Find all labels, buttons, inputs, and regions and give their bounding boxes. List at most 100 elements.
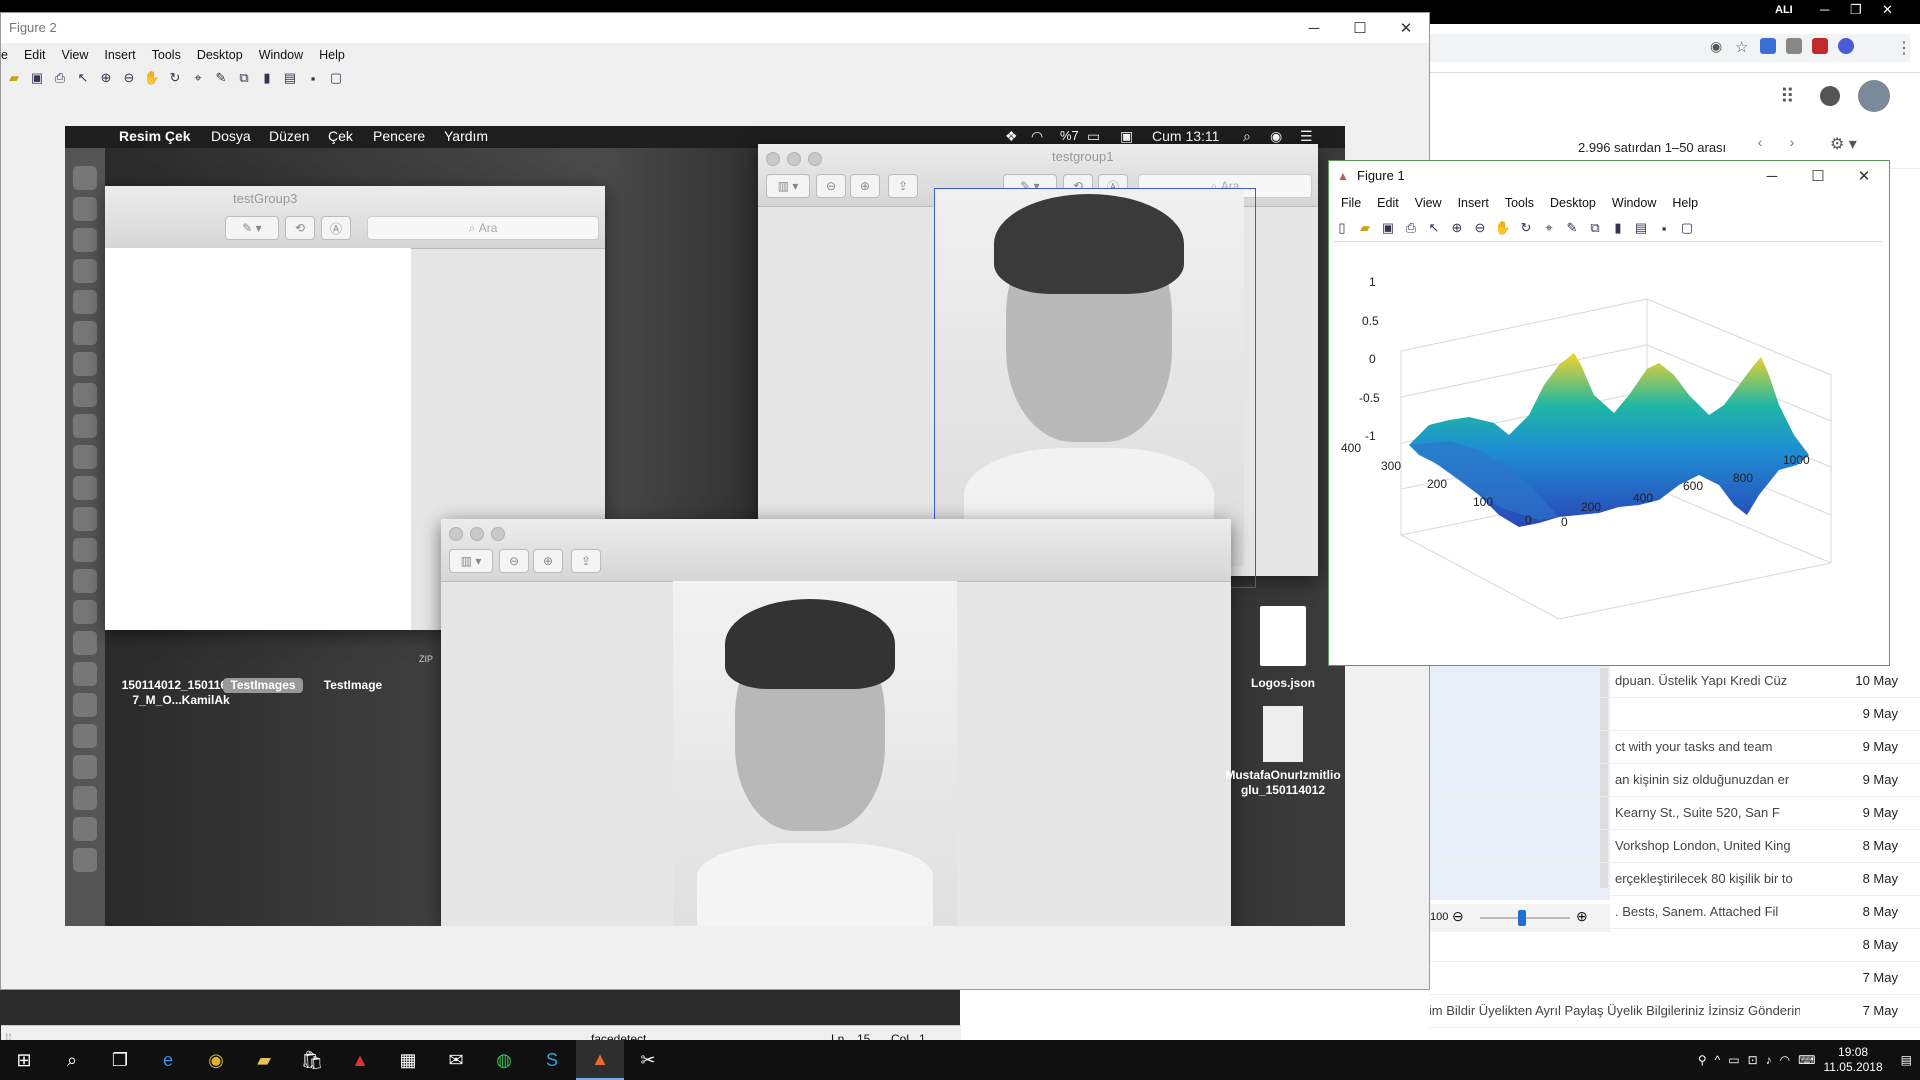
extension-icon[interactable]: [1786, 38, 1802, 54]
notification-center-icon[interactable]: ☰: [1300, 128, 1313, 145]
file-icon-json[interactable]: [1260, 606, 1306, 666]
people-icon[interactable]: ⚲: [1698, 1053, 1707, 1067]
save-icon[interactable]: ▣: [1379, 219, 1397, 237]
translate-ext-icon[interactable]: [1760, 38, 1776, 54]
dock-app-icon[interactable]: [73, 538, 97, 562]
dock-app-icon[interactable]: [73, 662, 97, 686]
hide-plot-tools-icon[interactable]: ▪: [304, 69, 322, 87]
action-center-icon[interactable]: ▤: [1901, 1053, 1912, 1067]
edge-icon[interactable]: e: [144, 1040, 192, 1080]
menu-help[interactable]: Help: [1664, 193, 1706, 213]
settings-gear-icon[interactable]: ⚙ ▾: [1830, 134, 1857, 154]
menu-pencere[interactable]: Pencere: [373, 128, 425, 144]
dock-app-icon[interactable]: [73, 848, 97, 872]
dock-app-icon[interactable]: [73, 290, 97, 314]
pointer-icon[interactable]: ↖: [1425, 219, 1443, 237]
pointer-icon[interactable]: ↖: [74, 69, 92, 87]
hide-plot-tools-icon[interactable]: ▪: [1655, 219, 1673, 237]
menu-cek[interactable]: Çek: [328, 128, 353, 144]
mail-row[interactable]: Vorkshop London, United King 8 May: [1430, 829, 1920, 863]
prev-page-icon[interactable]: ‹: [1748, 134, 1772, 158]
pan-hand-icon[interactable]: ✋: [1494, 219, 1512, 237]
dock-app-icon[interactable]: [73, 786, 97, 810]
search-icon[interactable]: ⌕: [48, 1040, 96, 1080]
dock-app-icon[interactable]: [73, 693, 97, 717]
mail-row[interactable]: an kişinin siz olduğunuzdan er 9 May: [1430, 763, 1920, 797]
link-plot-icon[interactable]: ⧉: [235, 69, 253, 87]
open-icon[interactable]: ▰: [5, 69, 23, 87]
mail-icon[interactable]: ✉: [432, 1040, 480, 1080]
store-icon[interactable]: 🛍: [288, 1040, 336, 1080]
dock-app-icon[interactable]: [73, 228, 97, 252]
eye-icon[interactable]: ◉: [1710, 38, 1726, 54]
maximize-icon[interactable]: ☐: [1795, 161, 1841, 191]
print-icon[interactable]: ⎙: [1402, 219, 1420, 237]
dock-app-icon[interactable]: [73, 166, 97, 190]
app-menu[interactable]: Resim Çek: [119, 128, 191, 144]
dock-app-icon[interactable]: [73, 817, 97, 841]
zoom-in-button[interactable]: ⊕: [533, 549, 563, 573]
desktop-label-testimage[interactable]: TestImage: [313, 678, 393, 693]
acrobat-icon[interactable]: ▲: [336, 1040, 384, 1080]
maximize-icon[interactable]: ☐: [1337, 13, 1383, 43]
minimize-icon[interactable]: ─: [1749, 161, 1795, 191]
wifi-icon[interactable]: ◠: [1780, 1053, 1790, 1067]
rotate-icon[interactable]: ↻: [1517, 219, 1535, 237]
markup-button[interactable]: ✎ ▾: [225, 216, 279, 240]
flag-icon[interactable]: ▣: [1120, 128, 1133, 145]
sidebar-button[interactable]: ▥ ▾: [766, 174, 810, 198]
close-icon[interactable]: ✕: [1882, 2, 1893, 18]
menu-view[interactable]: View: [54, 45, 97, 65]
dock-app-icon[interactable]: [73, 414, 97, 438]
keyboard-icon[interactable]: ⌨: [1798, 1053, 1815, 1067]
dock-app-icon[interactable]: [73, 507, 97, 531]
matlab-icon[interactable]: ▲: [576, 1040, 624, 1080]
close-icon[interactable]: ✕: [1383, 13, 1429, 43]
menu-help[interactable]: Help: [311, 45, 353, 65]
menu-insert[interactable]: Insert: [96, 45, 143, 65]
avatar[interactable]: [1858, 80, 1890, 112]
zoom-in-icon[interactable]: ⊕: [1448, 219, 1466, 237]
close-icon[interactable]: ✕: [1841, 161, 1887, 191]
open-icon[interactable]: ▰: [1356, 219, 1374, 237]
volume-icon[interactable]: ♪: [1766, 1053, 1772, 1067]
brush-icon[interactable]: ✎: [212, 69, 230, 87]
mail-row[interactable]: 9 May: [1430, 697, 1920, 731]
menu-insert[interactable]: Insert: [1450, 193, 1497, 213]
zoom-out-icon[interactable]: ⊖: [120, 69, 138, 87]
whatsapp-icon[interactable]: ◍: [480, 1040, 528, 1080]
siri-icon[interactable]: ◉: [1270, 128, 1282, 145]
desktop-label-mustafa[interactable]: MustafaOnurIzmitlioglu_150114012: [1223, 768, 1343, 798]
menu-view[interactable]: View: [1407, 193, 1450, 213]
calculator-icon[interactable]: ▦: [384, 1040, 432, 1080]
menu-window[interactable]: Window: [1604, 193, 1664, 213]
menu-tools[interactable]: Tools: [144, 45, 189, 65]
mail-row[interactable]: ct with your tasks and team 9 May: [1430, 730, 1920, 764]
network-icon[interactable]: ⊡: [1748, 1053, 1758, 1067]
dock-app-icon[interactable]: [73, 724, 97, 748]
colorbar-icon[interactable]: ▮: [258, 69, 276, 87]
next-page-icon[interactable]: ›: [1780, 134, 1804, 158]
dock-app-icon[interactable]: [73, 631, 97, 655]
desktop-label-logos[interactable]: Logos.json: [1223, 676, 1343, 691]
task-view-icon[interactable]: ❐: [96, 1040, 144, 1080]
print-icon[interactable]: ⎙: [51, 69, 69, 87]
legend-icon[interactable]: ▤: [281, 69, 299, 87]
wifi-icon[interactable]: ◠: [1031, 128, 1043, 145]
menu-edit[interactable]: Edit: [16, 45, 54, 65]
apps-grid-icon[interactable]: ⠿: [1780, 84, 1795, 109]
menu-desktop[interactable]: Desktop: [1542, 193, 1604, 213]
legend-icon[interactable]: ▤: [1632, 219, 1650, 237]
show-plot-tools-icon[interactable]: ▢: [327, 69, 345, 87]
rotate-button[interactable]: ⟲: [285, 216, 315, 240]
dock-app-icon[interactable]: [73, 259, 97, 283]
minimize-icon[interactable]: ─: [1820, 2, 1829, 17]
menu-edit[interactable]: Edit: [1369, 193, 1407, 213]
sidebar-button[interactable]: ▥ ▾: [449, 549, 493, 573]
dock-app-icon[interactable]: [73, 569, 97, 593]
skype-icon[interactable]: S: [528, 1040, 576, 1080]
dock-app-icon[interactable]: [73, 352, 97, 376]
menu-duzen[interactable]: Düzen: [269, 128, 309, 144]
dock-app-icon[interactable]: [73, 476, 97, 500]
dropbox-icon[interactable]: ❖: [1005, 128, 1018, 145]
